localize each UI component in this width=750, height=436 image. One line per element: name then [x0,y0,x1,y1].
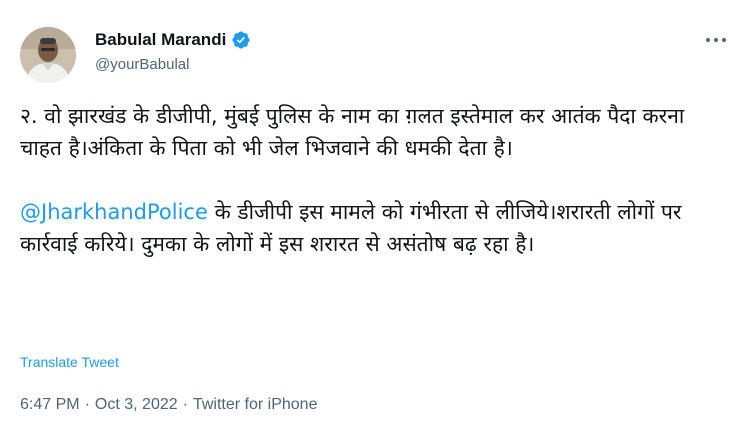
tweet-paragraph-1: २. वो झारखंड के डीजीपी, मुंबई पुलिस के न… [20,104,685,160]
tweet-source[interactable]: Twitter for iPhone [193,396,318,414]
tweet-paragraph-2: @JharkhandPolice के डीजीपी इस मामले को ग… [20,196,732,260]
tweet-card: Babulal Marandi @yourBabulal २. वो झारखं… [0,0,750,436]
avatar-image [20,27,76,83]
tweet-date[interactable]: Oct 3, 2022 [95,396,178,414]
more-options-button[interactable] [702,28,730,52]
more-horizontal-icon [706,38,726,42]
tweet-time[interactable]: 6:47 PM [20,396,80,414]
translate-tweet-link[interactable]: Translate Tweet [20,354,119,370]
tweet-text: २. वो झारखंड के डीजीपी, मुंबई पुलिस के न… [20,100,732,260]
author-name-row: Babulal Marandi [95,30,251,50]
meta-separator: · [182,396,188,413]
mention-link[interactable]: @JharkhandPolice [20,200,208,224]
tweet-metadata: 6:47 PM · Oct 3, 2022 · Twitter for iPho… [20,396,317,414]
author-display-name[interactable]: Babulal Marandi [95,30,226,50]
verified-badge-icon [231,30,251,50]
meta-separator: · [84,396,90,413]
author-handle[interactable]: @yourBabulal [95,56,189,73]
avatar[interactable] [20,27,76,83]
